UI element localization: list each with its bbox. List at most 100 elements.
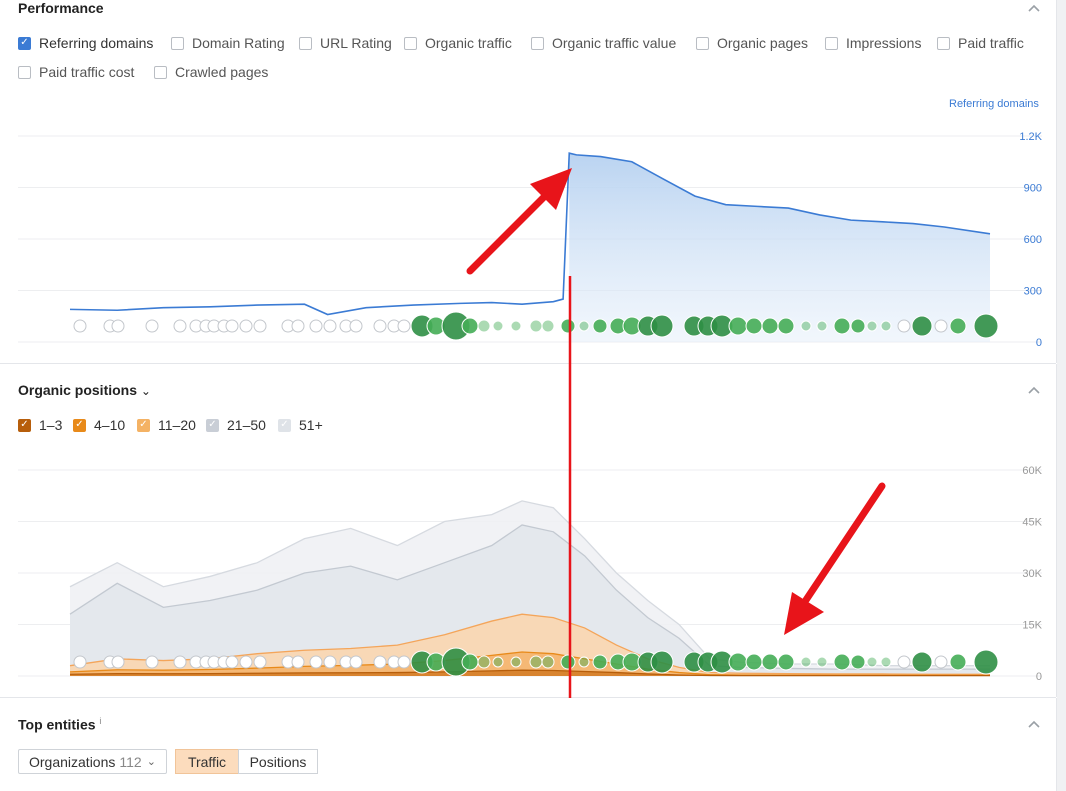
google-update-marker[interactable] bbox=[510, 320, 522, 332]
google-update-marker[interactable] bbox=[816, 656, 828, 668]
google-update-marker[interactable] bbox=[578, 656, 590, 668]
google-update-marker[interactable] bbox=[477, 319, 491, 333]
google-update-marker[interactable] bbox=[145, 319, 159, 333]
google-update-marker[interactable] bbox=[541, 319, 555, 333]
google-update-marker[interactable] bbox=[510, 656, 522, 668]
google-update-marker[interactable] bbox=[949, 653, 967, 671]
google-update-marker[interactable] bbox=[373, 655, 387, 669]
google-update-marker[interactable] bbox=[253, 319, 267, 333]
google-update-marker[interactable] bbox=[111, 655, 125, 669]
google-update-marker[interactable] bbox=[880, 320, 892, 332]
google-update-marker[interactable] bbox=[728, 316, 748, 336]
google-update-marker[interactable] bbox=[461, 317, 479, 335]
checkbox-paid-traffic-cost[interactable]: Paid traffic cost bbox=[18, 64, 134, 80]
google-update-marker[interactable] bbox=[529, 319, 543, 333]
google-update-marker[interactable] bbox=[323, 319, 337, 333]
google-update-marker[interactable] bbox=[461, 653, 479, 671]
google-update-marker[interactable] bbox=[349, 319, 363, 333]
checkbox-positions-5[interactable]: ✓ 51+ bbox=[278, 417, 323, 433]
google-update-marker[interactable] bbox=[173, 319, 187, 333]
checkbox-paid-traffic[interactable]: Paid traffic bbox=[937, 35, 1024, 51]
checkbox-organic-traffic[interactable]: Organic traffic bbox=[404, 35, 512, 51]
checkbox-icon[interactable] bbox=[299, 36, 312, 50]
google-update-marker[interactable] bbox=[560, 654, 576, 670]
checkbox-icon[interactable] bbox=[404, 36, 417, 50]
google-update-marker[interactable] bbox=[973, 313, 999, 339]
google-update-marker[interactable] bbox=[397, 319, 411, 333]
google-update-marker[interactable] bbox=[650, 314, 674, 338]
google-update-marker[interactable] bbox=[477, 655, 491, 669]
google-update-marker[interactable] bbox=[911, 651, 933, 673]
google-update-marker[interactable] bbox=[309, 319, 323, 333]
google-update-marker[interactable] bbox=[349, 655, 363, 669]
google-update-marker[interactable] bbox=[592, 654, 608, 670]
checkbox-icon[interactable]: ✓ bbox=[206, 418, 219, 432]
google-update-marker[interactable] bbox=[145, 655, 159, 669]
google-update-marker[interactable] bbox=[833, 317, 851, 335]
checkbox-organic-pages[interactable]: Organic pages bbox=[696, 35, 808, 51]
google-update-marker[interactable] bbox=[761, 653, 779, 671]
checkbox-icon[interactable] bbox=[937, 36, 950, 50]
google-update-marker[interactable] bbox=[745, 317, 763, 335]
google-update-marker[interactable] bbox=[239, 319, 253, 333]
checkbox-icon[interactable]: ✓ bbox=[137, 418, 150, 432]
checkbox-positions-3[interactable]: ✓ 11–20 bbox=[137, 417, 196, 433]
google-update-marker[interactable] bbox=[833, 653, 851, 671]
checkbox-positions-4[interactable]: ✓ 21–50 bbox=[206, 417, 266, 433]
google-update-marker[interactable] bbox=[897, 655, 911, 669]
checkbox-referring-domains[interactable]: ✓ Referring domains bbox=[18, 35, 153, 51]
positions-toggle-button[interactable]: Positions bbox=[238, 749, 318, 774]
google-update-marker[interactable] bbox=[800, 320, 812, 332]
google-update-marker[interactable] bbox=[850, 654, 866, 670]
google-update-marker[interactable] bbox=[911, 315, 933, 337]
google-update-marker[interactable] bbox=[225, 655, 239, 669]
google-update-marker[interactable] bbox=[880, 656, 892, 668]
collapse-performance-icon[interactable] bbox=[1026, 0, 1042, 16]
checkbox-domain-rating[interactable]: Domain Rating bbox=[171, 35, 285, 51]
google-update-marker[interactable] bbox=[777, 317, 795, 335]
checkbox-icon[interactable]: ✓ bbox=[18, 36, 31, 50]
google-update-marker[interactable] bbox=[816, 320, 828, 332]
google-update-marker[interactable] bbox=[492, 656, 504, 668]
organic-positions-title[interactable]: Organic positions ⌄ bbox=[18, 382, 151, 398]
google-update-marker[interactable] bbox=[492, 320, 504, 332]
google-update-marker[interactable] bbox=[745, 653, 763, 671]
checkbox-organic-traffic-value[interactable]: Organic traffic value bbox=[531, 35, 676, 51]
google-update-marker[interactable] bbox=[239, 655, 253, 669]
collapse-top-entities-icon[interactable] bbox=[1026, 716, 1042, 732]
google-update-marker[interactable] bbox=[866, 656, 878, 668]
google-update-marker[interactable] bbox=[529, 655, 543, 669]
google-update-marker[interactable] bbox=[309, 655, 323, 669]
info-icon[interactable]: i bbox=[99, 716, 101, 726]
google-update-marker[interactable] bbox=[291, 655, 305, 669]
google-update-marker[interactable] bbox=[592, 318, 608, 334]
google-update-marker[interactable] bbox=[800, 656, 812, 668]
checkbox-icon[interactable] bbox=[154, 65, 167, 79]
google-update-marker[interactable] bbox=[291, 319, 305, 333]
checkbox-icon[interactable] bbox=[696, 36, 709, 50]
checkbox-positions-2[interactable]: ✓ 4–10 bbox=[73, 417, 125, 433]
collapse-organic-icon[interactable] bbox=[1026, 382, 1042, 398]
google-update-marker[interactable] bbox=[934, 655, 948, 669]
checkbox-crawled-pages[interactable]: Crawled pages bbox=[154, 64, 268, 80]
checkbox-positions-1[interactable]: ✓ 1–3 bbox=[18, 417, 62, 433]
checkbox-icon[interactable]: ✓ bbox=[73, 418, 86, 432]
checkbox-icon[interactable]: ✓ bbox=[278, 418, 291, 432]
checkbox-icon[interactable] bbox=[531, 36, 544, 50]
google-update-marker[interactable] bbox=[541, 655, 555, 669]
scrollbar-track[interactable] bbox=[1057, 0, 1066, 791]
google-update-marker[interactable] bbox=[560, 318, 576, 334]
checkbox-icon[interactable] bbox=[171, 36, 184, 50]
google-update-marker[interactable] bbox=[323, 655, 337, 669]
google-update-marker[interactable] bbox=[173, 655, 187, 669]
google-update-marker[interactable] bbox=[866, 320, 878, 332]
google-update-marker[interactable] bbox=[761, 317, 779, 335]
checkbox-icon[interactable]: ✓ bbox=[18, 418, 31, 432]
google-update-marker[interactable] bbox=[373, 319, 387, 333]
google-update-marker[interactable] bbox=[397, 655, 411, 669]
checkbox-url-rating[interactable]: URL Rating bbox=[299, 35, 392, 51]
checkbox-icon[interactable] bbox=[825, 36, 838, 50]
google-update-marker[interactable] bbox=[111, 319, 125, 333]
google-update-marker[interactable] bbox=[973, 649, 999, 675]
google-update-marker[interactable] bbox=[73, 319, 87, 333]
